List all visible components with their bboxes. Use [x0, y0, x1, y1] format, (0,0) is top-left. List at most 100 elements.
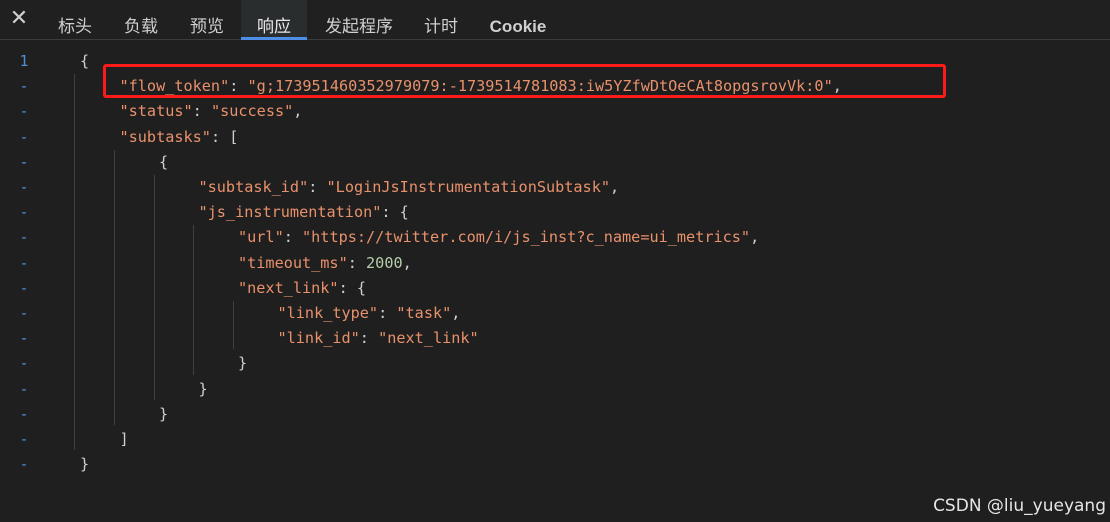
json-key: "subtask_id" [198, 178, 309, 196]
json-punctuation: } [198, 379, 208, 398]
indent-guide [154, 175, 155, 400]
json-punctuation: ] [119, 430, 129, 448]
csdn-watermark: CSDN @liu_yueyang [933, 496, 1106, 516]
code-line: - "next_link": { [0, 276, 1110, 301]
code-text: ] [120, 427, 129, 452]
json-punctuation: : [347, 253, 367, 272]
devtools-tab-bar: ✕ 标头 负载 预览 响应 发起程序 计时 Cookie [0, 0, 1110, 40]
response-json-viewer[interactable]: 1{- "flow_token": "g;173951460352979079:-… [0, 41, 1110, 522]
json-punctuation: : [ [210, 127, 239, 146]
tab-initiator[interactable]: 发起程序 [310, 0, 408, 40]
flow-token-highlight-box [103, 64, 946, 98]
code-line: - "subtask_id": "LoginJsInstrumentationSu… [0, 175, 1110, 200]
line-number: 1 [19, 52, 29, 70]
fold-marker[interactable]: - [0, 74, 48, 99]
json-punctuation: , [402, 253, 412, 272]
json-key: "js_instrumentation" [198, 203, 382, 222]
indent-guide [74, 74, 75, 451]
tab-timing[interactable]: 计时 [410, 0, 472, 40]
json-punctuation: } [159, 404, 169, 423]
json-key: "subtasks" [119, 127, 211, 146]
json-string: "success" [210, 102, 294, 121]
code-text: } [238, 351, 247, 376]
tab-cookies[interactable]: Cookie [478, 0, 558, 40]
code-line: - "timeout_ms": 2000, [0, 251, 1110, 276]
fold-marker[interactable]: - [0, 175, 48, 200]
json-key: "url" [238, 228, 284, 247]
json-punctuation: , [750, 228, 760, 247]
code-line: - "js_instrumentation": { [0, 200, 1110, 225]
json-punctuation: : [359, 329, 379, 348]
code-line: -] [0, 427, 1110, 452]
json-string: "task" [396, 304, 452, 322]
json-punctuation: : { [381, 203, 409, 222]
code-text: "url": "https://twitter.com/i/js_inst?c_… [238, 225, 759, 250]
fold-marker[interactable]: - [0, 150, 48, 175]
code-line: -} [0, 351, 1110, 376]
json-punctuation: { [159, 152, 169, 171]
fold-marker[interactable]: - [0, 276, 48, 301]
code-text: } [159, 402, 168, 427]
fold-marker[interactable]: - [0, 402, 48, 427]
json-string: "next_link" [378, 329, 479, 348]
fold-marker[interactable]: - [0, 99, 48, 124]
tab-payload[interactable]: 负载 [110, 0, 172, 40]
indent-guide [193, 225, 194, 375]
code-text: "next_link": { [238, 276, 366, 301]
json-key: "next_link" [238, 278, 339, 297]
json-key: "status" [119, 102, 193, 121]
json-key: "link_type" [277, 304, 379, 322]
tab-response[interactable]: 响应 [241, 0, 307, 40]
json-punctuation: , [609, 178, 620, 196]
json-string: "LoginJsInstrumentationSubtask" [326, 178, 610, 196]
json-punctuation: : [308, 178, 327, 196]
json-punctuation: { [80, 52, 90, 70]
code-text: } [199, 377, 208, 402]
json-punctuation: } [80, 455, 90, 474]
code-text: { [159, 150, 168, 175]
fold-marker[interactable]: - [0, 200, 48, 225]
indent-guide [233, 301, 234, 350]
json-string: "https://twitter.com/i/js_inst?c_name=ui… [302, 228, 751, 247]
indent-guide [114, 149, 115, 425]
fold-marker[interactable]: - [0, 452, 48, 477]
code-text: "link_type": "task", [278, 301, 461, 326]
json-key: "link_id" [277, 329, 360, 348]
code-line: -{ [0, 150, 1110, 175]
code-text: "subtask_id": "LoginJsInstrumentationSub… [199, 175, 620, 200]
code-line: - "link_id": "next_link" [0, 326, 1110, 351]
json-punctuation: : [192, 102, 211, 121]
close-icon[interactable]: ✕ [6, 6, 32, 32]
json-punctuation: : [378, 304, 397, 322]
code-line: -} [0, 377, 1110, 402]
json-punctuation: , [293, 102, 303, 121]
code-line: -} [0, 402, 1110, 427]
code-line: - "status": "success", [0, 99, 1110, 124]
tab-headers[interactable]: 标头 [44, 0, 106, 40]
code-text: "timeout_ms": 2000, [238, 251, 412, 276]
code-line: -} [0, 452, 1110, 477]
code-line: - "link_type": "task", [0, 301, 1110, 326]
json-punctuation: : { [338, 278, 367, 297]
json-punctuation: : [283, 228, 303, 247]
code-line: - "subtasks": [ [0, 125, 1110, 150]
fold-marker[interactable]: - [0, 326, 48, 351]
json-number: 2000 [366, 253, 403, 272]
code-text: "status": "success", [120, 99, 303, 124]
code-line: - "url": "https://twitter.com/i/js_inst?c… [0, 225, 1110, 250]
fold-marker[interactable]: - [0, 251, 48, 276]
json-punctuation: } [238, 354, 248, 373]
fold-marker[interactable]: - [0, 301, 48, 326]
fold-marker[interactable]: - [0, 125, 48, 150]
tab-preview[interactable]: 预览 [176, 0, 238, 40]
code-text: "js_instrumentation": { [199, 200, 409, 225]
json-key: "timeout_ms" [238, 253, 348, 272]
fold-marker[interactable]: - [0, 427, 48, 452]
code-text: { [80, 49, 89, 74]
fold-marker[interactable]: - [0, 225, 48, 250]
json-punctuation: , [451, 304, 461, 322]
code-text: "link_id": "next_link" [278, 326, 479, 351]
fold-marker[interactable]: - [0, 377, 48, 402]
code-text: } [80, 452, 89, 477]
fold-marker[interactable]: - [0, 351, 48, 376]
